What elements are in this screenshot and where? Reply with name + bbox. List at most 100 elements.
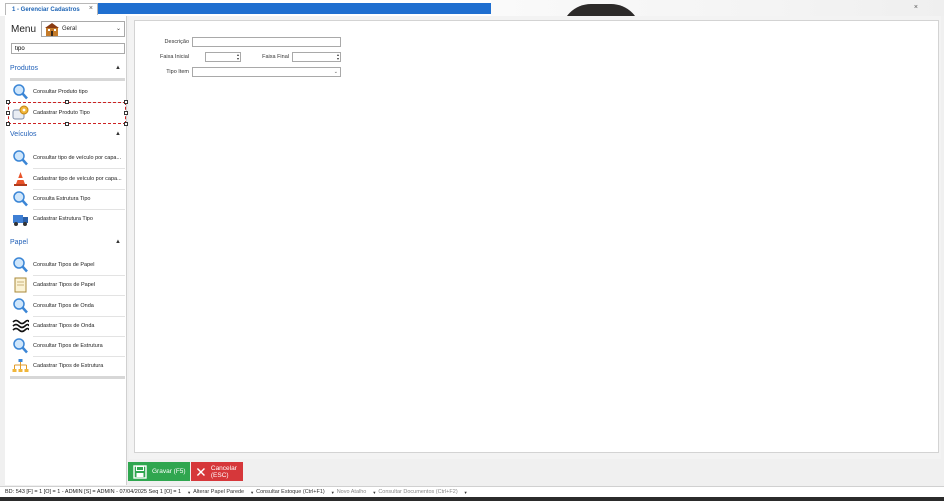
sidebar-item-cadastrar-produto-tipo[interactable]: Cadastrar Produto Tipo bbox=[6, 100, 128, 126]
tab-gerenciar-cadastros[interactable]: 1 - Gerenciar Cadastros × bbox=[5, 3, 98, 15]
sidebar-item-consulta-estrutura-tipo[interactable]: Consulta Estrutura Tipo bbox=[9, 189, 125, 209]
module-select[interactable]: Geral ⌄ bbox=[41, 21, 125, 37]
group-divider bbox=[10, 376, 125, 379]
sidebar-item-label: Consultar Tipos de Estrutura bbox=[33, 343, 103, 349]
chevron-up-icon[interactable]: ▲ bbox=[115, 239, 121, 245]
resize-handle[interactable] bbox=[124, 111, 128, 115]
group-title: Produtos bbox=[10, 65, 39, 72]
hierarchy-icon bbox=[12, 359, 29, 372]
sidebar-item-consultar-tipos-onda[interactable]: Consultar Tipos de Onda bbox=[9, 296, 125, 316]
magnifier-icon bbox=[13, 257, 28, 273]
status-link-novo-atalho[interactable]: Novo Atalho bbox=[337, 489, 367, 495]
save-button[interactable]: Gravar (F5) bbox=[128, 462, 190, 481]
descricao-label: Descrição bbox=[164, 39, 189, 45]
resize-handle[interactable] bbox=[124, 122, 128, 126]
tab-strip-bar bbox=[98, 3, 491, 14]
save-button-label: Gravar (F5) bbox=[152, 468, 186, 475]
chevron-down-icon: ⌄ bbox=[333, 69, 338, 75]
sidebar-item-consultar-tipos-estrutura[interactable]: Consultar Tipos de Estrutura bbox=[9, 336, 125, 356]
sidebar-item-label: Consulta Estrutura Tipo bbox=[33, 196, 91, 202]
status-link-consultar-estoque[interactable]: Consultar Estoque (Ctrl+F1) bbox=[256, 489, 325, 495]
triangle-icon: ▼ bbox=[187, 489, 192, 495]
group-header-produtos[interactable]: Produtos ▲ bbox=[5, 62, 127, 76]
status-link-alterar-papel[interactable]: Alterar Papel Parede bbox=[193, 489, 244, 495]
status-session-info: BD: 543 [F] = 1 [O] = 1 - ADMIN [S] = AD… bbox=[5, 489, 182, 495]
magnifier-icon bbox=[13, 84, 28, 100]
magnifier-icon bbox=[13, 191, 28, 207]
status-link-consultar-documentos[interactable]: Consultar Documentos (Ctrl+F2) bbox=[378, 489, 457, 495]
sidebar-item-label: Cadastrar tipo de veículo por capa... bbox=[33, 176, 122, 182]
traffic-cone-icon bbox=[14, 172, 27, 186]
group-title: Veículos bbox=[10, 131, 37, 138]
resize-handle[interactable] bbox=[65, 122, 69, 126]
module-select-value: Geral bbox=[62, 26, 77, 32]
group-header-veiculos[interactable]: Veículos ▲ bbox=[5, 128, 127, 142]
sidebar-item-label: Cadastrar Tipos de Estrutura bbox=[33, 363, 104, 369]
menu-header: Menu Geral ⌄ bbox=[5, 20, 127, 38]
cancel-button[interactable]: Cancelar (ESC) bbox=[191, 462, 243, 481]
sidebar-item-consultar-produto-tipo[interactable]: Consultar Produto tipo bbox=[9, 82, 125, 102]
descricao-input[interactable] bbox=[192, 37, 341, 47]
chevron-up-icon[interactable]: ▲ bbox=[115, 131, 121, 137]
tab-title: 1 - Gerenciar Cadastros bbox=[12, 6, 80, 13]
triangle-icon: ▼ bbox=[250, 489, 255, 495]
sidebar-item-cadastrar-tipos-onda[interactable]: Cadastrar Tipos de Onda bbox=[9, 316, 125, 336]
resize-handle[interactable] bbox=[6, 100, 10, 104]
sidebar-item-consultar-tipo-veiculo[interactable]: Consultar tipo de veículo por capa... bbox=[9, 148, 125, 168]
spinner-arrows-icon[interactable]: ▴ ▾ bbox=[237, 53, 239, 61]
resize-handle[interactable] bbox=[6, 111, 10, 115]
magnifier-icon bbox=[13, 298, 28, 314]
triangle-icon: ▼ bbox=[372, 489, 377, 495]
spinner-arrows-icon[interactable]: ▴ ▾ bbox=[337, 53, 339, 61]
close-icon bbox=[196, 467, 205, 476]
triangle-icon: ▼ bbox=[330, 489, 335, 495]
faixa-inicial-spinner[interactable]: ▴ ▾ bbox=[205, 52, 241, 62]
status-bar: BD: 543 [F] = 1 [O] = 1 - ADMIN [S] = AD… bbox=[0, 486, 944, 497]
triangle-icon: ▼ bbox=[463, 489, 468, 495]
cancel-button-label: Cancelar (ESC) bbox=[210, 464, 237, 479]
sidebar-item-cadastrar-tipo-veiculo[interactable]: Cadastrar tipo de veículo por capa... bbox=[9, 169, 125, 189]
taskbar-edge bbox=[0, 497, 944, 501]
form-area: Descrição Faixa Inicial ▴ ▾ Faixa Final ▴… bbox=[134, 20, 939, 453]
sidebar-item-label: Consultar tipo de veículo por capa... bbox=[33, 155, 122, 161]
magnifier-icon bbox=[13, 338, 28, 354]
sidebar-menu: Menu Geral ⌄ Produtos ▲ bbox=[5, 16, 128, 485]
window-close-icon[interactable]: × bbox=[914, 4, 918, 11]
sidebar-item-cadastrar-estrutura-tipo[interactable]: Cadastrar Estrutura Tipo bbox=[9, 209, 125, 229]
resize-handle[interactable] bbox=[6, 122, 10, 126]
tab-close-icon[interactable]: × bbox=[89, 5, 93, 12]
group-header-papel[interactable]: Papel ▲ bbox=[5, 236, 127, 250]
tipo-item-label: Tipo Item bbox=[166, 69, 189, 75]
tipo-item-select[interactable]: ⌄ bbox=[192, 67, 341, 77]
gear-tag-icon bbox=[12, 105, 29, 120]
sidebar-item-label: Cadastrar Tipos de Onda bbox=[33, 323, 95, 329]
sidebar-item-label: Cadastrar Tipos de Papel bbox=[33, 282, 96, 288]
top-strip: 1 - Gerenciar Cadastros × × bbox=[0, 0, 944, 16]
wallpaper-image: × bbox=[491, 0, 944, 16]
main-panel: Descrição Faixa Inicial ▴ ▾ Faixa Final ▴… bbox=[129, 16, 941, 459]
sidebar-item-cadastrar-tipos-papel[interactable]: Cadastrar Tipos de Papel bbox=[9, 275, 125, 295]
truck-icon bbox=[13, 215, 28, 226]
menu-title: Menu bbox=[11, 24, 37, 35]
faixa-final-spinner[interactable]: ▴ ▾ bbox=[292, 52, 341, 62]
faixa-inicial-label: Faixa Inicial bbox=[159, 54, 189, 60]
menu-search-input[interactable] bbox=[11, 43, 125, 54]
wave-icon bbox=[12, 319, 29, 333]
magnifier-icon bbox=[13, 150, 28, 166]
sidebar-item-label: Consultar Tipos de Onda bbox=[33, 303, 94, 309]
paper-icon bbox=[14, 277, 27, 293]
floppy-disk-icon bbox=[133, 464, 147, 479]
sidebar-item-label: Consultar Produto tipo bbox=[33, 89, 88, 95]
faixa-final-label: Faixa Final bbox=[262, 54, 289, 60]
resize-handle[interactable] bbox=[124, 100, 128, 104]
chevron-down-icon: ⌄ bbox=[115, 26, 121, 32]
group-title: Papel bbox=[10, 239, 28, 246]
sidebar-item-label: Cadastrar Estrutura Tipo bbox=[33, 216, 93, 222]
sidebar-item-cadastrar-tipos-estrutura[interactable]: Cadastrar Tipos de Estrutura bbox=[9, 356, 125, 376]
chevron-up-icon[interactable]: ▲ bbox=[115, 65, 121, 71]
sidebar-item-label: Cadastrar Produto Tipo bbox=[33, 110, 90, 116]
building-icon bbox=[45, 23, 59, 36]
sidebar-item-consultar-tipos-papel[interactable]: Consultar Tipos de Papel bbox=[9, 255, 125, 275]
sidebar-item-label: Consultar Tipos de Papel bbox=[33, 262, 95, 268]
resize-handle[interactable] bbox=[65, 100, 69, 104]
